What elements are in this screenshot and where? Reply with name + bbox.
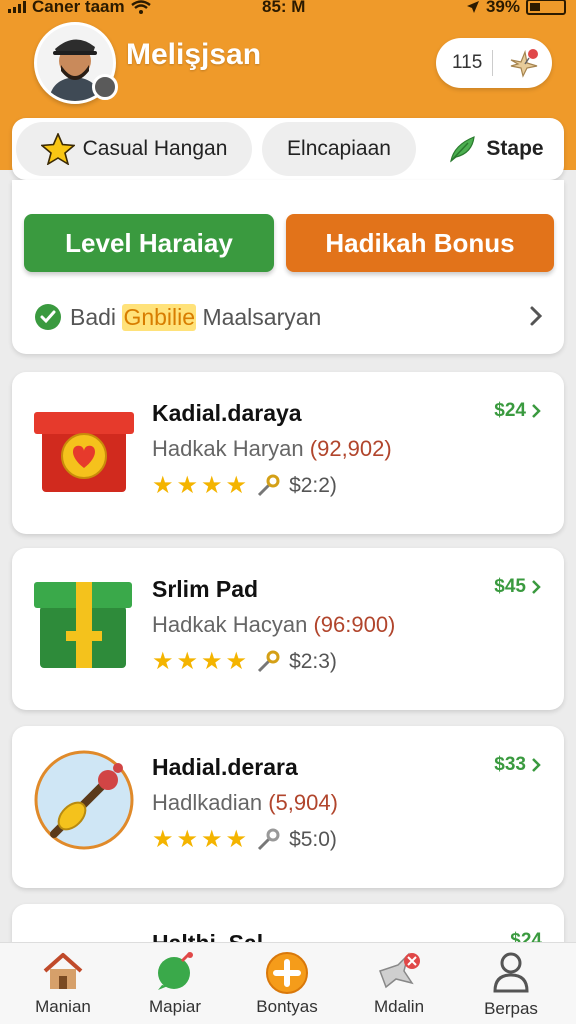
star-icon: ★ — [176, 472, 199, 499]
wifi-icon — [130, 0, 151, 14]
counter-pill[interactable]: 115 — [436, 38, 552, 88]
product-subtitle: Hadkak Ηacyan (96:900) — [152, 612, 395, 638]
chevron-right-icon — [530, 306, 543, 326]
tab-encapsulation[interactable]: Elncapiaan — [262, 122, 416, 176]
chevron-right-icon — [532, 758, 541, 772]
star-icon: ★ — [201, 648, 223, 675]
product-card[interactable]: Hadial.derara Hadlkadian (5,904) ★ ★ ★ ★… — [12, 726, 564, 888]
product-vendor: Hadkak Haryan — [152, 436, 304, 461]
star-icon: ★ — [225, 472, 248, 499]
starfish-pin-icon — [510, 49, 539, 78]
status-time: 85: M — [262, 0, 306, 16]
product-rating-text: $2:2) — [289, 474, 337, 497]
gift-box-green-image — [32, 570, 136, 674]
house-icon — [43, 953, 83, 989]
battery-percent: 39% — [485, 0, 520, 16]
product-price[interactable]: $24 — [494, 400, 542, 422]
star-icon: ★ — [176, 826, 199, 853]
tab-label: Stape — [486, 137, 544, 160]
star-icon: ★ — [201, 826, 223, 853]
tab-stape[interactable]: Stape — [432, 122, 560, 176]
price-value: $45 — [494, 576, 526, 597]
nav-label: Mdalin — [373, 997, 425, 1016]
carrier-name: Caner taam — [32, 0, 125, 16]
nav-item-medal[interactable]: Mdalin — [344, 951, 454, 1024]
person-icon — [493, 952, 529, 993]
gift-box-heart-image — [32, 394, 136, 498]
star-icon: ★ — [225, 648, 248, 675]
product-count: (5,904) — [268, 790, 338, 815]
star-icon: ★ — [152, 648, 174, 675]
product-subtitle: Hadkak Haryan (92,902) — [152, 436, 392, 462]
wrench-icon — [258, 650, 280, 673]
nav-label: Mapiar — [149, 997, 201, 1016]
signal-icon — [8, 1, 26, 13]
nav-item-home[interactable]: Manian — [8, 951, 118, 1024]
bottom-nav: Manian Mapiar Bontyas Mdalin Berpas — [0, 942, 576, 1024]
bird-badge-icon — [379, 952, 420, 989]
star-icon — [40, 133, 75, 165]
nav-label: Bontyas — [256, 997, 318, 1016]
star-icon: ★ — [225, 826, 248, 853]
product-card[interactable]: Srlim Pad Hadkak Ηacyan (96:900) ★ ★ ★ ★… — [12, 548, 564, 710]
nav-item-map[interactable]: Mapiar — [120, 951, 230, 1024]
tab-label: Casual Hangan — [82, 137, 228, 160]
nav-item-profile[interactable]: Berpas — [456, 951, 566, 1024]
counter-divider — [492, 50, 494, 76]
nav-item-bonus[interactable]: Bontyas — [232, 951, 342, 1024]
product-count: (92,902) — [309, 436, 392, 461]
product-title: Hadial.derara — [152, 754, 298, 780]
bonus-button[interactable]: Hadikah Bonus — [286, 214, 554, 272]
product-rating: ★ ★ ★ ★ $2:3) — [152, 650, 337, 674]
product-rating-text: $2:3) — [289, 650, 337, 673]
star-icon: ★ — [176, 648, 199, 675]
product-rating: ★ ★ ★ ★ $5:0) — [152, 828, 337, 852]
product-rating-text: $5:0) — [289, 828, 337, 851]
tab-label: Elncapiaan — [287, 137, 391, 160]
product-title: Kadial.daraya — [152, 400, 302, 426]
check-circle-icon — [35, 304, 61, 330]
star-icon: ★ — [152, 472, 174, 499]
avatar-status-badge — [92, 74, 118, 100]
chat-bubble-icon — [158, 951, 193, 990]
product-subtitle: Hadlkadian (5,904) — [152, 790, 338, 816]
chevron-right-icon — [532, 404, 541, 418]
price-value: $33 — [494, 754, 526, 775]
nav-label: Berpas — [484, 999, 538, 1018]
info-row[interactable]: Badi Gnbilie Maalsaryan — [34, 300, 546, 334]
username: Melişjsan — [126, 38, 262, 71]
product-card[interactable]: Kadial.daraya Hadkak Haryan (92,902) ★ ★… — [12, 372, 564, 534]
star-icon: ★ — [152, 826, 174, 853]
info-suffix: Maalsaryan — [202, 303, 322, 330]
leaf-icon — [450, 136, 476, 163]
chevron-right-icon — [532, 580, 541, 594]
price-value: $24 — [494, 400, 526, 421]
tab-casual[interactable]: Casual Hangan — [16, 122, 252, 176]
product-rating: ★ ★ ★ ★ $2:2) — [152, 474, 337, 498]
location-arrow-icon — [466, 1, 479, 13]
product-vendor: Hadkak Ηacyan — [152, 612, 308, 637]
action-card: Level Haraiay Hadikah Bonus Badi Gnbilie… — [12, 180, 564, 354]
nav-label: Manian — [35, 997, 91, 1016]
product-vendor: Hadlkadian — [152, 790, 263, 815]
product-count: (96:900) — [313, 612, 396, 637]
star-icon: ★ — [201, 472, 223, 499]
product-price[interactable]: $45 — [494, 576, 542, 598]
product-title: Srlim Pad — [152, 576, 259, 602]
wrench-icon — [258, 474, 280, 497]
product-price[interactable]: $33 — [494, 754, 542, 776]
wrench-icon — [258, 828, 280, 851]
info-prefix: Badi — [70, 303, 117, 330]
level-button[interactable]: Level Haraiay — [24, 214, 274, 272]
plus-circle-icon — [266, 952, 308, 994]
info-highlight: Gnbilie — [122, 303, 197, 331]
status-bar: Caner taam 85: M 39% — [0, 0, 576, 22]
category-tabs: Casual Hangan Elncapiaan Stape — [12, 118, 564, 180]
honey-dipper-image — [32, 748, 136, 852]
counter-value: 115 — [452, 52, 483, 73]
battery-icon — [526, 0, 566, 15]
